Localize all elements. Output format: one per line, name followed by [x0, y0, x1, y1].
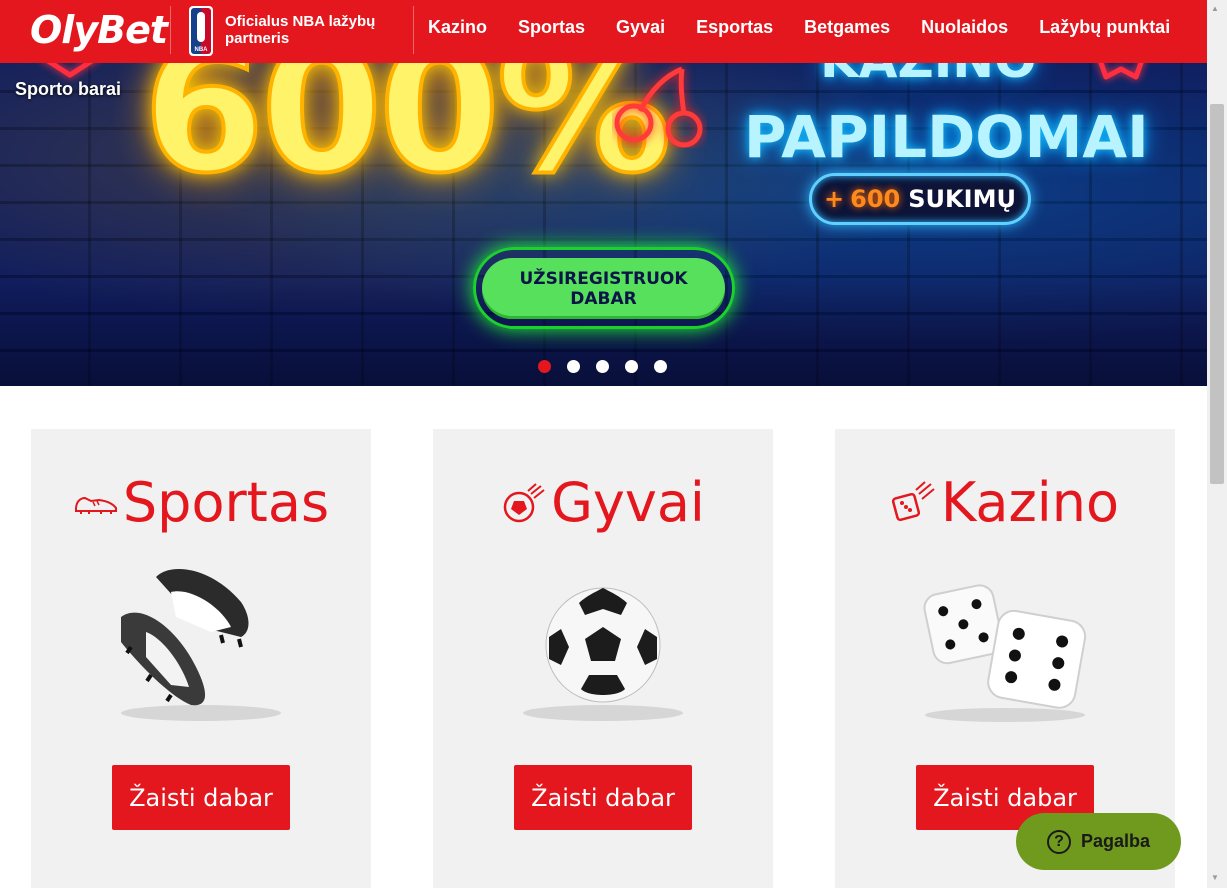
nav-item-lazybu-punktai[interactable]: Lažybų punktai: [1039, 17, 1170, 38]
carousel-dot-4[interactable]: [625, 360, 638, 373]
hero-banner[interactable]: Sporto barai 600% KAZINO PAPILDOMAI + 60…: [0, 63, 1207, 386]
dice-image: [923, 584, 1087, 722]
main-nav: Kazino Sportas Gyvai Esportas Betgames N…: [428, 0, 1201, 54]
nba-partner-text: Oficialus NBA lažybų partneris: [225, 13, 376, 47]
register-button[interactable]: UŽSIREGISTRUOK DABAR: [482, 258, 725, 319]
nav-item-nuolaidos[interactable]: Nuolaidos: [921, 17, 1008, 38]
nav-item-betgames[interactable]: Betgames: [804, 17, 890, 38]
carousel-dot-2[interactable]: [567, 360, 580, 373]
neon-star-icon: [1098, 63, 1144, 80]
card-sportas: Sportas Žaisti dabar: [31, 429, 371, 888]
nba-logo-icon: NBA: [189, 6, 213, 56]
site-header: OlyBet NBA Oficialus NBA lažybų partneri…: [0, 0, 1207, 63]
carousel-dot-1[interactable]: [538, 360, 551, 373]
card-title: Gyvai: [433, 471, 773, 534]
question-icon: ?: [1046, 829, 1071, 854]
scroll-up-arrow-icon[interactable]: ▲: [1211, 4, 1219, 13]
spins-word: SUKIMŲ: [908, 185, 1016, 213]
soccer-ball-image: [523, 587, 683, 721]
olybet-logo[interactable]: OlyBet: [30, 8, 168, 52]
nav-item-kazino[interactable]: Kazino: [428, 17, 487, 38]
help-button[interactable]: ? Pagalba: [1016, 813, 1181, 870]
carousel-dot-3[interactable]: [596, 360, 609, 373]
help-label: Pagalba: [1080, 831, 1151, 851]
football-boots-image: [121, 569, 281, 721]
neon-cherry-icon: [614, 66, 703, 148]
header-divider: [413, 6, 414, 54]
nav-item-esportas[interactable]: Esportas: [696, 17, 773, 38]
nav-item-gyvai[interactable]: Gyvai: [616, 17, 665, 38]
carousel-dots: [538, 360, 683, 373]
play-now-button-sportas[interactable]: Žaisti dabar: [112, 765, 290, 830]
header-divider: [170, 6, 171, 54]
dice-icon: [891, 480, 935, 521]
carousel-dot-5[interactable]: [654, 360, 667, 373]
play-now-button-gyvai[interactable]: Žaisti dabar: [514, 765, 692, 830]
card-title: Sportas: [31, 471, 371, 534]
hero-percent-text: 600%: [141, 63, 674, 214]
spins-number: 600: [850, 185, 901, 213]
sporto-barai-link[interactable]: Sporto barai: [15, 79, 121, 100]
card-gyvai: Gyvai Žaisti dabar: [433, 429, 773, 888]
scroll-down-arrow-icon[interactable]: ▼: [1211, 873, 1219, 882]
scrollbar-thumb[interactable]: [1210, 104, 1224, 484]
live-ball-icon: [503, 482, 545, 522]
nav-item-sportas[interactable]: Sportas: [518, 17, 585, 38]
hero-papildomai-text: PAPILDOMAI: [744, 103, 1149, 171]
football-boot-icon: [74, 496, 117, 514]
card-title: Kazino: [835, 471, 1175, 534]
spins-plus: +: [824, 185, 845, 213]
hero-kazino-text: KAZINO: [820, 63, 1037, 89]
free-spins-badge: + 600 SUKIMŲ: [809, 173, 1031, 225]
